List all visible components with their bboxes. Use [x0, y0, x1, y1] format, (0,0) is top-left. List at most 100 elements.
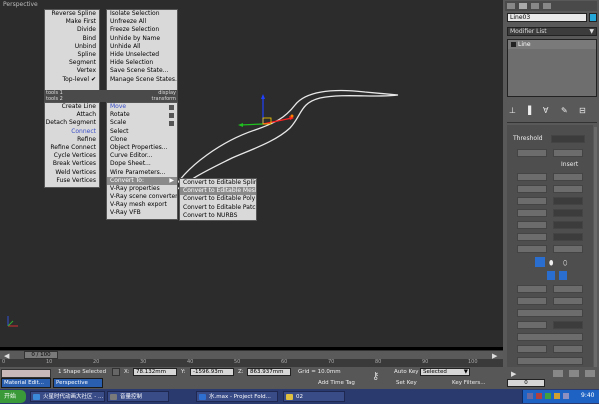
quad-item-unhide-all[interactable]: Unhide All	[107, 43, 177, 51]
quad-item-vertex[interactable]: Vertex	[45, 67, 99, 75]
quad-item-vray-mesh-export[interactable]: V-Ray mesh export	[107, 201, 177, 209]
quad-item-dope-sheet[interactable]: Dope Sheet...	[107, 160, 177, 168]
quad-item-vray-vfb[interactable]: V-Ray VFB	[107, 209, 177, 217]
key-filters-button[interactable]: Key Filters...	[452, 380, 485, 386]
rollout-button-11[interactable]	[517, 245, 547, 253]
z-coordinate-field[interactable]: 863.937mm	[247, 368, 291, 376]
quad-item-unhide-by-name[interactable]: Unhide by Name	[107, 35, 177, 43]
make-unique-icon[interactable]: ∀	[543, 106, 548, 115]
stack-item-line[interactable]: Line	[508, 40, 596, 49]
perspective-viewport[interactable]: Perspective Reverse Spline Make First Di…	[0, 0, 503, 347]
tray-icon-1[interactable]	[527, 393, 533, 399]
quad-item-weld-vertices[interactable]: Weld Vertices	[45, 169, 99, 177]
submenu-item-editable-spline[interactable]: Convert to Editable Spline	[180, 179, 256, 187]
quad-item-top-level[interactable]: Top-level ✔	[45, 76, 99, 84]
tangent-paste-icon[interactable]: ⬮	[549, 259, 553, 268]
quad-item-hide-unselected[interactable]: Hide Unselected	[107, 51, 177, 59]
scale-settings-icon[interactable]	[169, 121, 174, 127]
orbit-icon[interactable]	[585, 370, 595, 377]
insert-label[interactable]: Insert	[561, 161, 578, 168]
rollout-button-2[interactable]	[553, 149, 583, 157]
command-panel-scrollbar[interactable]	[594, 127, 597, 385]
rollout-button-1[interactable]	[517, 149, 547, 157]
move-settings-icon[interactable]	[169, 105, 174, 110]
rollout-button-7[interactable]	[517, 197, 547, 205]
quad-item-convert-to[interactable]: Convert To: ▶	[107, 176, 177, 185]
quad-item-make-first[interactable]: Make First	[45, 18, 99, 26]
rollout-button-19[interactable]	[553, 345, 583, 353]
rollout-button-6[interactable]	[553, 185, 583, 193]
rollout-button-4[interactable]	[553, 173, 583, 181]
rotate-settings-icon[interactable]	[169, 113, 174, 119]
threshold-spinner[interactable]	[551, 135, 585, 143]
pan-icon[interactable]	[569, 370, 579, 377]
submenu-item-editable-patch[interactable]: Convert to Editable Patch	[180, 204, 256, 212]
key-icon[interactable]: ⚷	[372, 371, 379, 382]
configure-sets-icon[interactable]: ⊟	[579, 106, 586, 115]
quad-item-cycle-vertices[interactable]: Cycle Vertices	[45, 152, 99, 160]
rollout-button-3[interactable]	[517, 173, 547, 181]
task-browser[interactable]: 火星时代动画大社区 - ...	[30, 391, 105, 402]
quad-item-move[interactable]: Move	[107, 103, 177, 111]
task-folder[interactable]: 02	[283, 391, 345, 402]
show-end-result-icon[interactable]: ▐	[525, 106, 531, 115]
object-name-field[interactable]: Line03	[507, 13, 587, 22]
task-volume-control[interactable]: 音量控制	[107, 391, 169, 402]
quad-item-vray-scene-converter[interactable]: V-Ray scene converter	[107, 193, 177, 201]
lock-selection-icon[interactable]	[112, 368, 120, 376]
quad-item-object-properties[interactable]: Object Properties...	[107, 144, 177, 152]
perspective-tab[interactable]: Perspective	[53, 378, 103, 388]
transform-gizmo-icon[interactable]	[230, 92, 310, 142]
zoom-extents-icon[interactable]	[553, 370, 563, 377]
quad-item-segment[interactable]: Segment	[45, 59, 99, 67]
quad-item-vray-properties[interactable]: V-Ray properties	[107, 185, 177, 193]
add-time-tag-button[interactable]: Add Time Tag	[318, 380, 355, 386]
quad-item-attach[interactable]: Attach	[45, 111, 99, 119]
align-icon-2[interactable]	[559, 271, 567, 280]
motion-tab-icon[interactable]	[543, 3, 551, 9]
quad-item-isolate-selection[interactable]: Isolate Selection	[107, 10, 177, 18]
rollout-spinner-5[interactable]	[553, 321, 583, 329]
quad-item-create-line[interactable]: Create Line	[45, 103, 99, 111]
rollout-button-14[interactable]	[553, 285, 583, 293]
rollout-button-16[interactable]	[553, 297, 583, 305]
quad-item-select[interactable]: Select	[107, 128, 177, 136]
rollout-button-5[interactable]	[517, 185, 547, 193]
quad-item-save-scene-state[interactable]: Save Scene State...	[107, 67, 177, 75]
remove-modifier-icon[interactable]: ✎	[561, 106, 568, 115]
material-editor-tab[interactable]: Material Edit...	[1, 378, 51, 388]
time-slider[interactable]: ◀ 0 / 100 ▶	[0, 350, 503, 360]
quad-item-detach-segment[interactable]: Detach Segment	[45, 119, 99, 127]
create-tab-icon[interactable]	[507, 3, 515, 9]
rollout-button-17[interactable]	[517, 321, 547, 329]
quad-item-curve-editor[interactable]: Curve Editor...	[107, 152, 177, 160]
key-mode-dropdown[interactable]: Selected ▼	[420, 368, 470, 376]
quad-item-connect[interactable]: Connect	[45, 128, 99, 136]
start-button[interactable]: 开始	[0, 390, 26, 403]
play-icon[interactable]: ▶	[511, 370, 516, 378]
quad-item-bind[interactable]: Bind	[45, 35, 99, 43]
rollout-button-20[interactable]	[517, 357, 583, 365]
rollout-checkbox-row-1[interactable]	[517, 309, 583, 317]
task-3dsmax[interactable]: 水.max - Project Fold...	[196, 391, 278, 402]
x-coordinate-field[interactable]: 78.132mm	[133, 368, 177, 376]
modifier-list-dropdown[interactable]: Modifier List ▼	[507, 27, 597, 36]
quad-item-break-vertices[interactable]: Break Vertices	[45, 160, 99, 168]
auto-key-button[interactable]: Auto Key	[394, 369, 419, 375]
quad-item-rotate[interactable]: Rotate	[107, 111, 177, 119]
rollout-spinner-3[interactable]	[553, 221, 583, 229]
tray-icon-4[interactable]	[554, 393, 560, 399]
time-slider-thumb[interactable]: 0 / 100	[24, 351, 58, 359]
tangent-paste-length-icon[interactable]: ⬯	[563, 259, 567, 268]
submenu-item-editable-poly[interactable]: Convert to Editable Poly	[180, 195, 256, 203]
pin-stack-icon[interactable]: ⊥	[509, 106, 516, 115]
align-icon-1[interactable]	[547, 271, 555, 280]
quad-item-refine-connect[interactable]: Refine Connect	[45, 144, 99, 152]
quad-item-spline[interactable]: Spline	[45, 51, 99, 59]
rollout-button-13[interactable]	[517, 285, 547, 293]
quad-item-hide-selection[interactable]: Hide Selection	[107, 59, 177, 67]
quad-item-divide[interactable]: Divide	[45, 26, 99, 34]
rollout-button-8[interactable]	[517, 209, 547, 217]
rollout-button-9[interactable]	[517, 221, 547, 229]
quad-item-scale[interactable]: Scale	[107, 119, 177, 127]
